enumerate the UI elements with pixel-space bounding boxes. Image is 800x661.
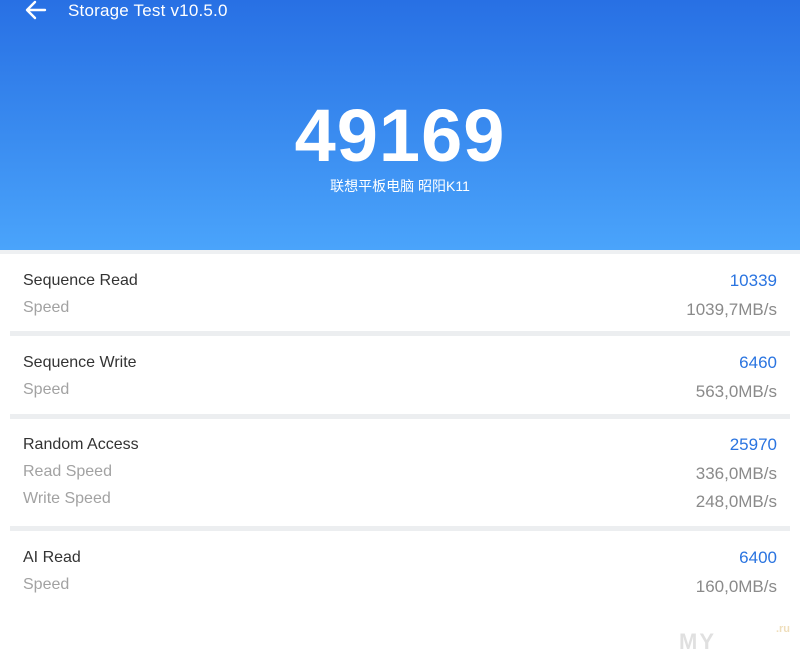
app-title: Storage Test v10.5.0	[68, 1, 228, 20]
device-name: 联想平板电脑 昭阳K11	[330, 178, 470, 194]
metric-label: Speed	[23, 576, 70, 593]
watermark-domain: .ru	[775, 623, 790, 635]
arrow-left-icon	[25, 0, 47, 20]
total-score: 49169	[294, 94, 506, 177]
result-sequence-read[interactable]: Sequence Read 10339 Speed 1039,7MB/s	[10, 254, 790, 336]
result-name: Random Access	[23, 436, 139, 453]
watermark: MY	[679, 629, 716, 654]
metric-value: 336,0MB/s	[695, 464, 777, 483]
metric-label: Speed	[23, 299, 70, 316]
result-score: 6400	[739, 548, 777, 567]
result-random-access[interactable]: Random Access 25970 Read Speed 336,0MB/s…	[10, 419, 790, 531]
header: Storage Test v10.5.0 49169 联想平板电脑 昭阳K11	[0, 0, 800, 250]
metric-value: 563,0MB/s	[695, 382, 777, 401]
metric-value: 160,0MB/s	[695, 577, 777, 596]
metric-label: Write Speed	[23, 490, 111, 507]
result-ai-read[interactable]: AI Read 6400 Speed 160,0MB/s	[10, 531, 790, 621]
metric-value: 248,0MB/s	[695, 492, 777, 511]
back-button[interactable]	[22, 0, 50, 24]
result-name: Sequence Read	[23, 272, 138, 289]
result-name: AI Read	[23, 549, 81, 566]
results-list: Sequence Read 10339 Speed 1039,7MB/s Seq…	[10, 254, 790, 621]
result-sequence-write[interactable]: Sequence Write 6460 Speed 563,0MB/s	[10, 336, 790, 419]
metric-value: 1039,7MB/s	[686, 300, 777, 319]
result-score: 6460	[739, 353, 777, 372]
result-score: 25970	[729, 435, 777, 454]
metric-label: Speed	[23, 381, 70, 398]
result-name: Sequence Write	[23, 354, 137, 371]
metric-label: Read Speed	[23, 463, 112, 480]
result-score: 10339	[729, 271, 777, 290]
